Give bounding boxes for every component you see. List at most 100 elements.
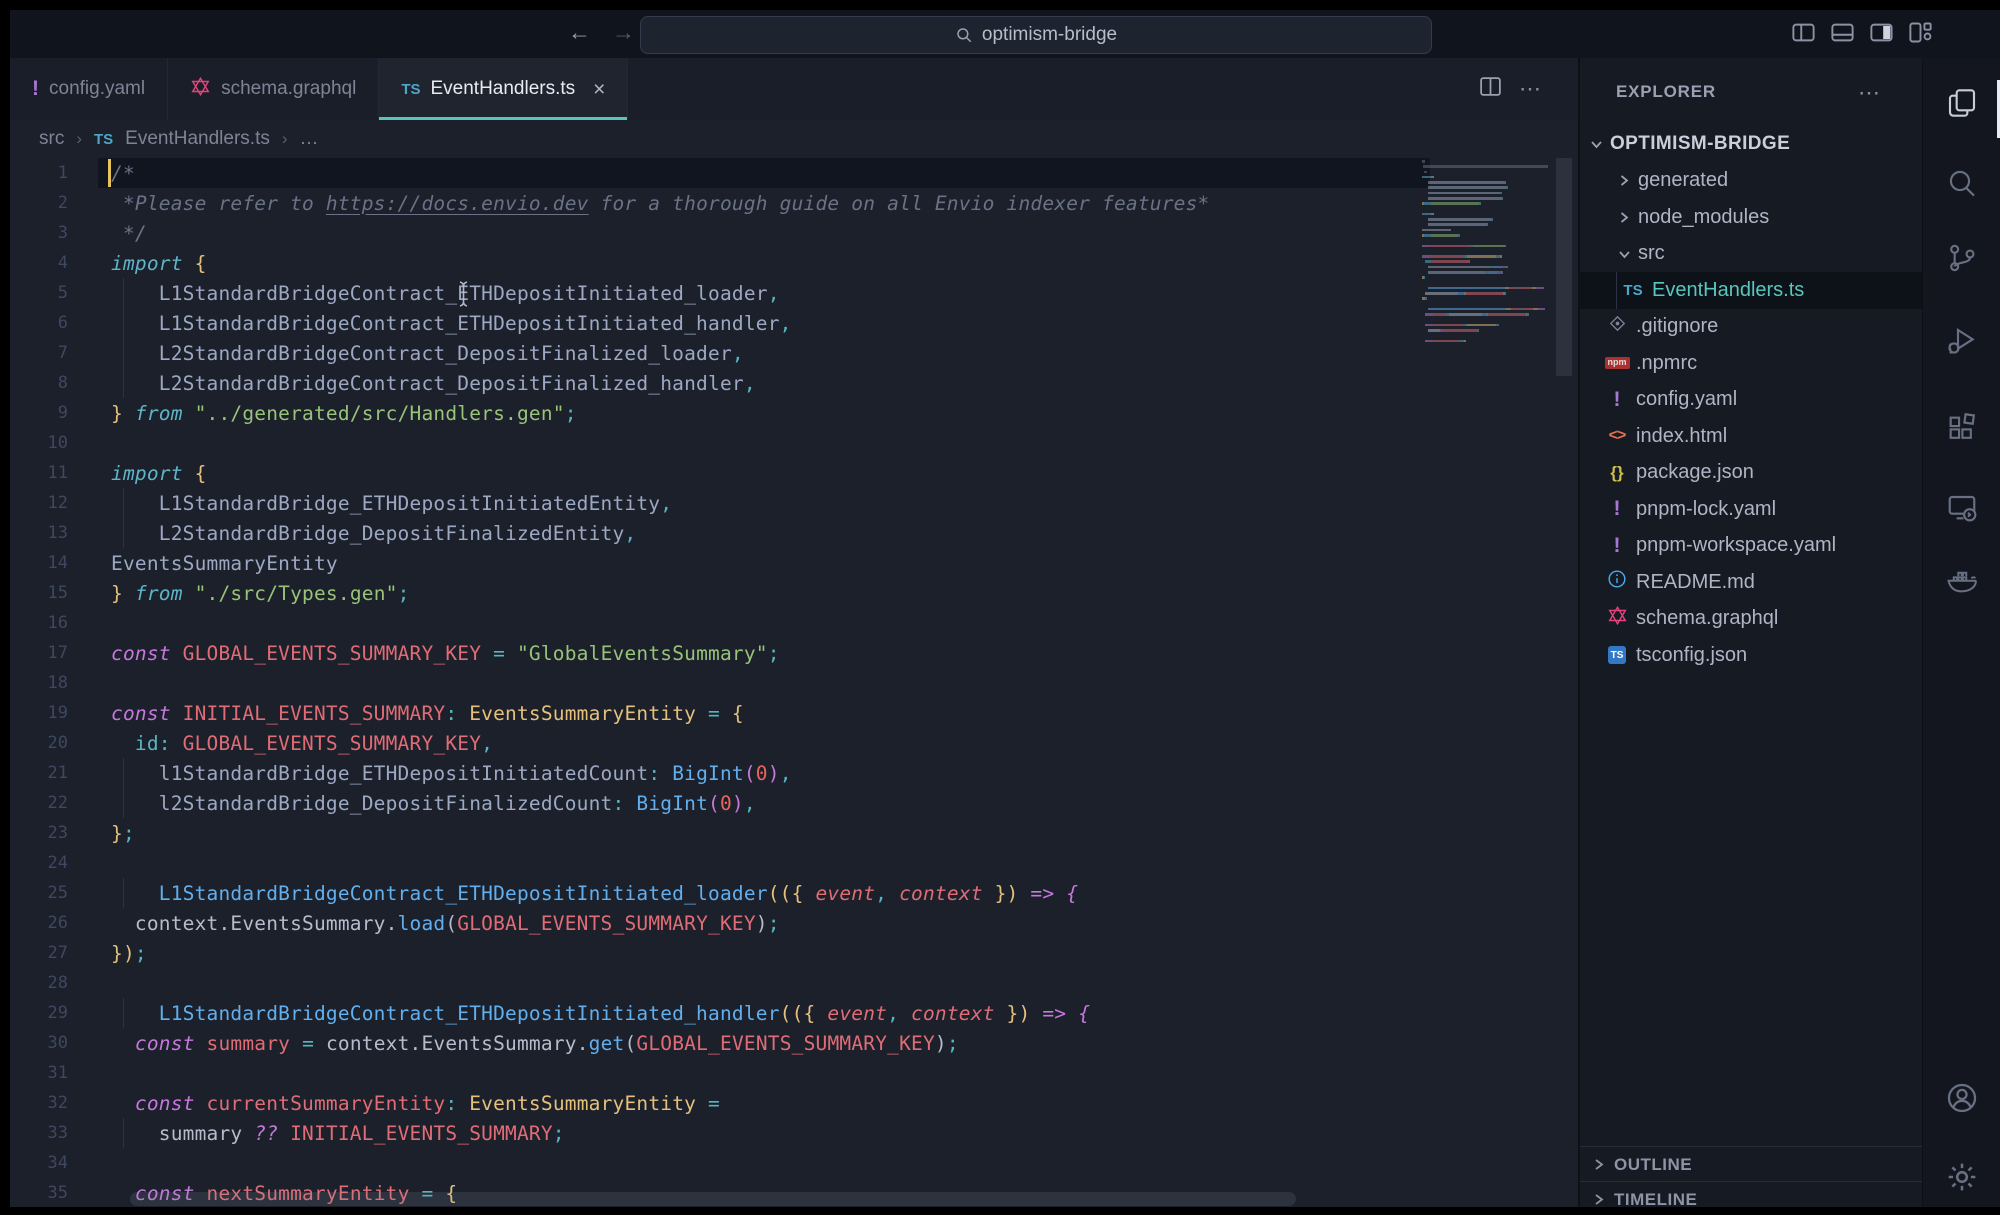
code-line: 7 L2StandardBridgeContract_DepositFinali… (10, 338, 1578, 368)
tab-schema.graphql[interactable]: schema.graphql (168, 58, 379, 120)
minimap[interactable] (1422, 160, 1548, 360)
code-line: 26 context.EventsSummary.load(GLOBAL_EVE… (10, 908, 1578, 938)
line-number: 18 (10, 673, 68, 693)
customize-layout-icon[interactable] (1907, 19, 1934, 46)
tree-item-.npmrc[interactable]: npm.npmrc (1580, 345, 1922, 382)
extensions-icon[interactable] (1945, 410, 1979, 444)
tree-item-node_modules[interactable]: node_modules (1580, 199, 1922, 236)
graphql-icon (1607, 605, 1628, 632)
line-number: 23 (10, 823, 68, 843)
graphql-icon (190, 76, 211, 103)
breadcrumb-file[interactable]: EventHandlers.ts (125, 128, 270, 150)
line-number: 28 (10, 973, 68, 993)
code-line: 3 */ (10, 218, 1578, 248)
account-icon[interactable] (1945, 1081, 1979, 1115)
line-number: 15 (10, 583, 68, 603)
close-icon[interactable]: × (593, 79, 605, 100)
editor-more-actions-icon[interactable]: ⋯ (1519, 76, 1543, 102)
outline-label: OUTLINE (1614, 1155, 1692, 1175)
split-editor-icon[interactable] (1478, 74, 1503, 104)
line-number: 8 (10, 373, 68, 393)
code-line: 20 id: GLOBAL_EVENTS_SUMMARY_KEY, (10, 728, 1578, 758)
tab-config.yaml[interactable]: !config.yaml (10, 58, 168, 120)
line-number: 32 (10, 1093, 68, 1113)
timeline-panel-header[interactable]: TIMELINE (1580, 1181, 1922, 1215)
code-line: 13 L2StandardBridge_DepositFinalizedEnti… (10, 518, 1578, 548)
line-number: 26 (10, 913, 68, 933)
tree-item-tsconfig.json[interactable]: TStsconfig.json (1580, 637, 1922, 674)
vertical-scrollbar[interactable] (1556, 158, 1572, 376)
chevron-right-icon: › (282, 129, 288, 149)
code-line: 30 const summary = context.EventsSummary… (10, 1028, 1578, 1058)
line-number: 1 (10, 163, 68, 183)
horizontal-scrollbar[interactable] (130, 1192, 1296, 1206)
line-number: 11 (10, 463, 68, 483)
tree-item-label: generated (1638, 169, 1728, 192)
code-line: 24 (10, 848, 1578, 878)
ts-file-icon: TS (94, 131, 113, 148)
line-number: 2 (10, 193, 68, 213)
tree-item-pnpm-lock.yaml[interactable]: !pnpm-lock.yaml (1580, 491, 1922, 528)
tree-item-label: README.md (1636, 571, 1755, 594)
command-center-search[interactable]: optimism-bridge (640, 16, 1432, 54)
tree-root-optimism-bridge[interactable]: OPTIMISM-BRIDGE (1580, 126, 1922, 163)
tree-item-label: src (1638, 242, 1665, 265)
code-line: 18 (10, 668, 1578, 698)
remote-explorer-icon[interactable] (1945, 490, 1979, 524)
search-icon[interactable] (1945, 166, 1979, 200)
breadcrumb-symbol[interactable]: … (300, 128, 319, 150)
code-line: 31 (10, 1058, 1578, 1088)
tree-item-label: .gitignore (1636, 315, 1718, 338)
tree-item-EventHandlers.ts[interactable]: TSEventHandlers.ts (1580, 272, 1922, 309)
line-number: 14 (10, 553, 68, 573)
source-control-icon[interactable] (1945, 241, 1979, 275)
code-line: 29 L1StandardBridgeContract_ETHDepositIn… (10, 998, 1578, 1028)
chevron-right-icon (1616, 174, 1632, 187)
yaml-icon: ! (1614, 497, 1621, 521)
forward-icon[interactable]: → (612, 19, 635, 46)
tab-label: EventHandlers.ts (430, 78, 575, 100)
tree-item-package.json[interactable]: {}package.json (1580, 455, 1922, 492)
docker-icon[interactable] (1945, 563, 1979, 597)
ts-file-icon: TS (1623, 282, 1642, 299)
code-line: 2 *Please refer to https://docs.envio.de… (10, 188, 1578, 218)
timeline-label: TIMELINE (1614, 1190, 1697, 1210)
tree-item-generated[interactable]: generated (1580, 163, 1922, 200)
vscode-window: ← → optimism-bridge !config.yamlschema.g… (0, 0, 2000, 1215)
chevron-down-icon (1616, 248, 1632, 260)
explorer-more-actions-icon[interactable]: ⋯ (1858, 80, 1882, 106)
tab-bar: !config.yamlschema.graphql TS EventHandler… (10, 58, 1578, 120)
line-number: 10 (10, 433, 68, 453)
line-number: 27 (10, 943, 68, 963)
code-line: 22 l2StandardBridge_DepositFinalizedCoun… (10, 788, 1578, 818)
line-number: 6 (10, 313, 68, 333)
line-number: 4 (10, 253, 68, 273)
toggle-primary-sidebar-icon[interactable] (1790, 19, 1817, 46)
tree-item-.gitignore[interactable]: .gitignore (1580, 309, 1922, 346)
line-number: 9 (10, 403, 68, 423)
settings-gear-icon[interactable] (1945, 1160, 1979, 1194)
tab-EventHandlers.ts[interactable]: TS EventHandlers.ts × (379, 58, 628, 120)
breadcrumb-src[interactable]: src (39, 128, 64, 150)
run-debug-icon[interactable] (1945, 323, 1979, 357)
tree-item-schema.graphql[interactable]: schema.graphql (1580, 601, 1922, 638)
line-number: 29 (10, 1003, 68, 1023)
tree-item-index.html[interactable]: <>index.html (1580, 418, 1922, 455)
explorer-icon[interactable] (1945, 86, 1979, 120)
toggle-secondary-sidebar-icon[interactable] (1868, 19, 1895, 46)
code-editor[interactable]: 1/*2 *Please refer to https://docs.envio… (10, 158, 1578, 1207)
code-line: 23}; (10, 818, 1578, 848)
back-icon[interactable]: ← (568, 19, 591, 46)
toggle-panel-icon[interactable] (1829, 19, 1856, 46)
tree-item-src[interactable]: src (1580, 236, 1922, 273)
tree-item-config.yaml[interactable]: !config.yaml (1580, 382, 1922, 419)
code-line: 19const INITIAL_EVENTS_SUMMARY: EventsSu… (10, 698, 1578, 728)
tree-item-README.md[interactable]: README.md (1580, 564, 1922, 601)
ts-file-icon: TS (401, 81, 420, 98)
tree-item-label: pnpm-workspace.yaml (1636, 534, 1836, 557)
outline-panel-header[interactable]: OUTLINE (1580, 1146, 1922, 1182)
tree-item-pnpm-workspace.yaml[interactable]: !pnpm-workspace.yaml (1580, 528, 1922, 565)
title-bar: ← → optimism-bridge (10, 10, 2000, 58)
line-number: 24 (10, 853, 68, 873)
npm-icon: npm (1605, 357, 1630, 369)
